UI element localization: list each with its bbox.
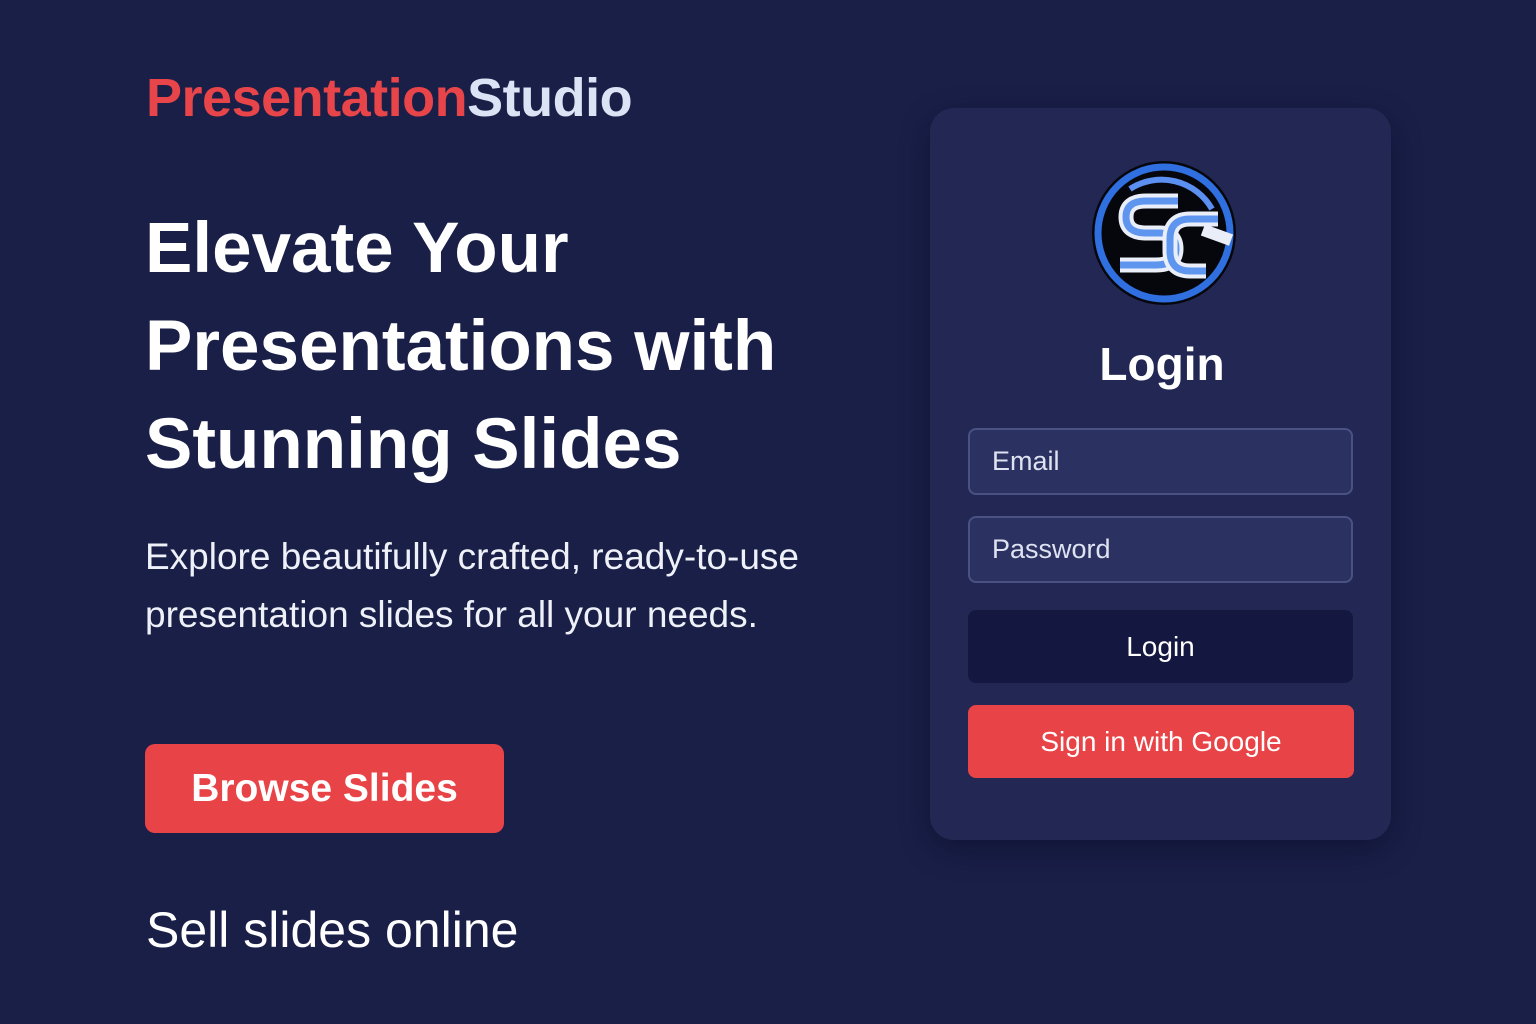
brand-name-part-studio: Studio bbox=[467, 68, 633, 128]
hero-subtitle: Explore beautifully crafted, ready-to-us… bbox=[145, 536, 800, 635]
browse-slides-button[interactable]: Browse Slides bbox=[145, 744, 504, 833]
landing-page: PresentationStudio Elevate Your Presenta… bbox=[0, 0, 1536, 1024]
brand-name-part-presentation: Presentation bbox=[146, 68, 468, 128]
sc-logo-icon bbox=[1092, 161, 1236, 305]
tagline: Sell slides online bbox=[146, 902, 519, 958]
login-card: Login Login Sign in with Google bbox=[930, 108, 1391, 840]
brand-logo-text[interactable]: PresentationStudio bbox=[146, 66, 633, 130]
email-input[interactable] bbox=[968, 428, 1353, 495]
login-title: Login bbox=[1099, 338, 1225, 390]
login-button[interactable]: Login bbox=[968, 610, 1353, 683]
google-signin-button[interactable]: Sign in with Google bbox=[968, 705, 1354, 778]
password-input[interactable] bbox=[968, 516, 1353, 583]
hero-title: Elevate Your Presentations with Stunning… bbox=[145, 209, 777, 484]
